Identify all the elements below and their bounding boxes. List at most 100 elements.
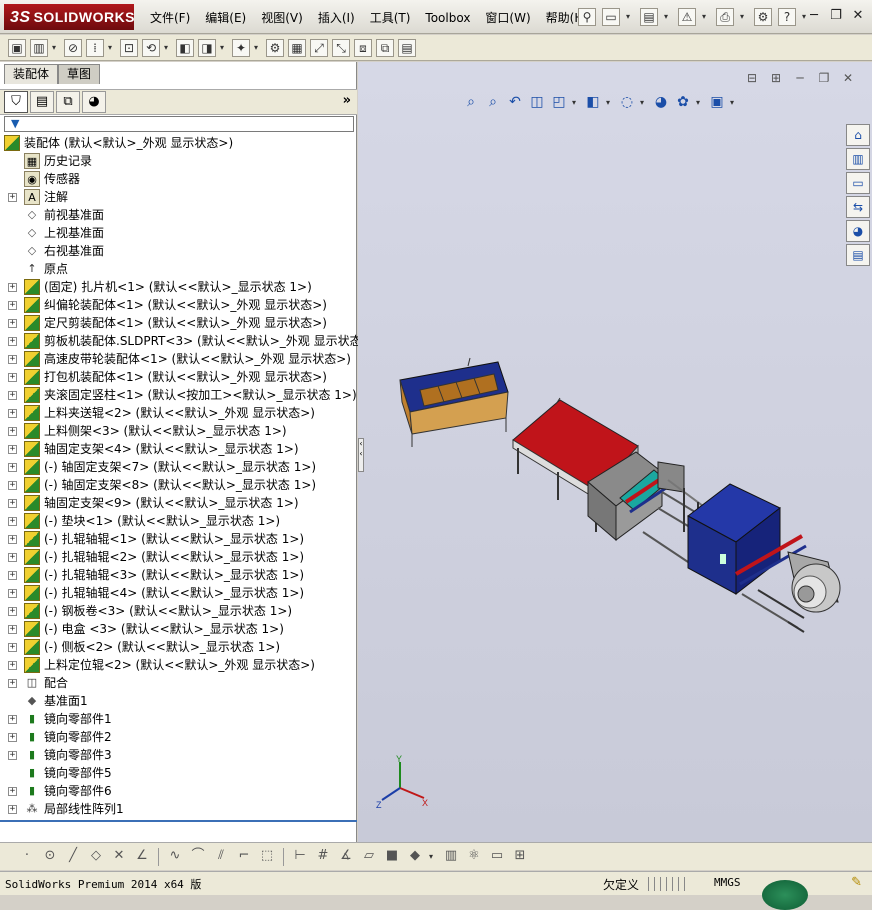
- tree-item[interactable]: + ⁂ 局部线性阵列1: [0, 800, 357, 818]
- expand-icon[interactable]: +: [8, 283, 17, 292]
- open-folder-icon[interactable]: ▤: [640, 8, 658, 26]
- assembly-visualization-icon[interactable]: ▤: [398, 38, 416, 57]
- expand-icon[interactable]: +: [8, 463, 17, 472]
- chevron-down-icon[interactable]: ▾: [702, 8, 710, 26]
- new-document-icon[interactable]: ▭: [602, 8, 620, 26]
- chevron-down-icon[interactable]: ▾: [164, 39, 172, 57]
- expand-icon[interactable]: +: [8, 409, 17, 418]
- new-part-icon[interactable]: ▥: [30, 38, 48, 57]
- tree-item[interactable]: 装配体 (默认<默认>_外观 显示状态>): [0, 134, 357, 152]
- tree-item[interactable]: + A 注解: [0, 188, 357, 206]
- minimize-icon[interactable]: ─: [806, 8, 822, 24]
- reference-geometry-icon[interactable]: ✦: [232, 38, 250, 57]
- window-layout-icon[interactable]: ▭: [488, 848, 506, 866]
- tree-item[interactable]: ◆ 基准面1: [0, 692, 357, 710]
- relation-icon[interactable]: ∡: [337, 848, 355, 866]
- tree-item[interactable]: + 轴固定支架<4> (默认<<默认>_显示状态 1>): [0, 440, 357, 458]
- angle-icon[interactable]: ∠: [133, 848, 151, 866]
- tree-item[interactable]: + (-) 扎辊轴辊<4> (默认<<默认>_显示状态 1>): [0, 584, 357, 602]
- line-icon[interactable]: ╱: [64, 848, 82, 866]
- expand-icon[interactable]: +: [8, 787, 17, 796]
- help-icon[interactable]: ?: [778, 8, 796, 26]
- expand-icon[interactable]: +: [8, 589, 17, 598]
- tree-item[interactable]: + ▮ 镜向零部件1: [0, 710, 357, 728]
- tab-sketch[interactable]: 草图: [58, 64, 101, 84]
- shaded-sketch-icon[interactable]: ■: [383, 848, 401, 866]
- chevron-down-icon[interactable]: ▾: [740, 8, 748, 26]
- circle-icon[interactable]: ⊙: [41, 848, 59, 866]
- tree-item[interactable]: + (-) 垫块<1> (默认<<默认>_显示状态 1>): [0, 512, 357, 530]
- graphics-area[interactable]: ⊟ ⊞ ─ ❐ ✕ ⌕ ⌕ ↶ ◫ ◰ ▾ ◧ ▾ ◌ ▾ ◕ ✿ ▾ ▣ ▾ …: [358, 62, 872, 842]
- tree-item[interactable]: + 上料侧架<3> (默认<<默认>_显示状态 1>): [0, 422, 357, 440]
- tree-item[interactable]: ◇ 前视基准面: [0, 206, 357, 224]
- tree-item[interactable]: ▦ 历史记录: [0, 152, 357, 170]
- expand-icon[interactable]: +: [8, 805, 17, 814]
- tree-item[interactable]: ↑ 原点: [0, 260, 357, 278]
- assembly-model[interactable]: [358, 62, 872, 842]
- spline-icon[interactable]: ∿: [166, 848, 184, 866]
- expand-icon[interactable]: +: [8, 337, 17, 346]
- linear-pattern-icon[interactable]: ⁞: [86, 38, 104, 57]
- expand-icon[interactable]: +: [8, 733, 17, 742]
- tree-item[interactable]: ◇ 右视基准面: [0, 242, 357, 260]
- tree-item[interactable]: + (-) 电盒 <3> (默认<<默认>_显示状态 1>): [0, 620, 357, 638]
- explode-line-icon[interactable]: ⤡: [332, 38, 350, 57]
- grid-icon[interactable]: #: [314, 848, 332, 866]
- expand-icon[interactable]: +: [8, 625, 17, 634]
- expand-icon[interactable]: +: [8, 553, 17, 562]
- tree-item[interactable]: + (-) 轴固定支架<8> (默认<<默认>_显示状态 1>): [0, 476, 357, 494]
- tree-item[interactable]: + 高速皮带轮装配体<1> (默认<<默认>_外观 显示状态>): [0, 350, 357, 368]
- dimension-icon[interactable]: ⊢: [291, 848, 309, 866]
- expand-icon[interactable]: +: [8, 751, 17, 760]
- feature-tree-icon[interactable]: ⛉: [4, 91, 28, 113]
- rectangle-icon[interactable]: ⬚: [258, 848, 276, 866]
- tree-item[interactable]: + 剪板机装配体.SLDPRT<3> (默认<<默认>_外观 显示状态>): [0, 332, 376, 350]
- pallet-crate[interactable]: [399, 357, 509, 447]
- tree-item[interactable]: + 上料夹送辊<2> (默认<<默认>_外观 显示状态>): [0, 404, 357, 422]
- solidworks-logo[interactable]: 3S SOLIDWORKS: [4, 4, 135, 30]
- assembly-features-icon[interactable]: ◨: [198, 38, 216, 57]
- tree-item[interactable]: ▮ 镜向零部件5: [0, 764, 357, 782]
- tile-windows-icon[interactable]: ⊞: [511, 848, 529, 866]
- expand-icon[interactable]: +: [8, 679, 17, 688]
- show-hidden-icon[interactable]: ◧: [176, 38, 194, 57]
- restore-icon[interactable]: ❐: [828, 8, 844, 24]
- insert-component-icon[interactable]: ▣: [8, 38, 26, 57]
- expand-icon[interactable]: +: [8, 391, 17, 400]
- expand-icon[interactable]: +: [8, 319, 17, 328]
- edit-pencil-icon[interactable]: ✎: [851, 875, 862, 890]
- tree-item[interactable]: + (-) 侧板<2> (默认<<默认>_显示状态 1>): [0, 638, 357, 656]
- expand-icon[interactable]: +: [8, 481, 17, 490]
- chevron-down-icon[interactable]: ▾: [429, 848, 437, 866]
- menu-window[interactable]: 窗口(W): [485, 8, 530, 28]
- expand-icon[interactable]: +: [8, 373, 17, 382]
- filter-icon[interactable]: ▼: [11, 117, 19, 130]
- tree-item[interactable]: + ◫ 配合: [0, 674, 357, 692]
- expand-icon[interactable]: +: [8, 715, 17, 724]
- mate-icon[interactable]: ⊘: [64, 38, 82, 57]
- offset-icon[interactable]: ⫽: [212, 848, 230, 866]
- menu-toolbox[interactable]: Toolbox: [425, 8, 470, 28]
- expand-icon[interactable]: +: [8, 517, 17, 526]
- tree-item[interactable]: + 纠偏轮装配体<1> (默认<<默认>_外观 显示状态>): [0, 296, 357, 314]
- move-component-icon[interactable]: ⟲: [142, 38, 160, 57]
- exploded-view-icon[interactable]: ⤢: [310, 38, 328, 57]
- point-icon[interactable]: ·: [18, 848, 36, 866]
- polygon-icon[interactable]: ◇: [87, 848, 105, 866]
- chevron-down-icon[interactable]: ▾: [626, 8, 634, 26]
- display-manager-icon[interactable]: ◕: [82, 91, 106, 113]
- menu-insert[interactable]: 插入(I): [318, 8, 355, 28]
- tree-item[interactable]: ◉ 传感器: [0, 170, 357, 188]
- new-motion-study-icon[interactable]: ⚙: [266, 38, 284, 57]
- tree-filter-input[interactable]: ▼: [4, 116, 354, 132]
- expand-icon[interactable]: +: [8, 661, 17, 670]
- expand-icon[interactable]: +: [8, 193, 17, 202]
- tree-item[interactable]: + 轴固定支架<9> (默认<<默认>_显示状态 1>): [0, 494, 357, 512]
- expand-icon[interactable]: +: [8, 427, 17, 436]
- interference-icon[interactable]: ⧈: [354, 38, 372, 57]
- tree-item[interactable]: + (-) 扎辊轴辊<2> (默认<<默认>_显示状态 1>): [0, 548, 357, 566]
- menu-view[interactable]: 视图(V): [261, 8, 303, 28]
- 3d-sketch-icon[interactable]: ▱: [360, 848, 378, 866]
- explode-icon[interactable]: ⚛: [465, 848, 483, 866]
- options-icon[interactable]: ⚙: [754, 8, 772, 26]
